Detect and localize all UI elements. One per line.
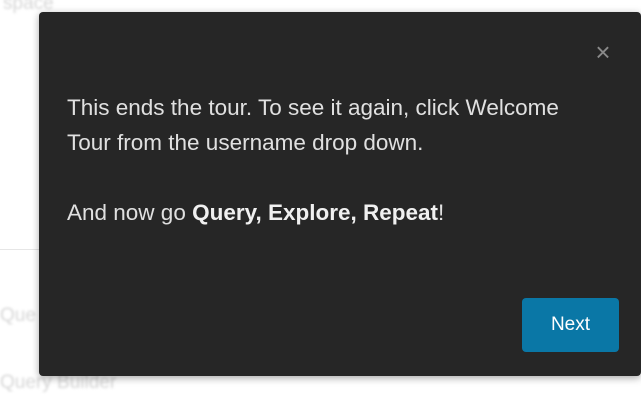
tour-message-bold: Query, Explore, Repeat <box>192 200 439 225</box>
tour-message: This ends the tour. To see it again, cli… <box>67 90 587 230</box>
tour-message-line1: This ends the tour. To see it again, cli… <box>67 95 559 155</box>
background-divider <box>0 249 40 250</box>
next-button[interactable]: Next <box>522 298 619 352</box>
tour-message-suffix: ! <box>438 200 445 225</box>
background-nav-item-partial: Que <box>0 305 36 326</box>
tour-message-prefix: And now go <box>67 200 193 225</box>
tour-popover: × This ends the tour. To see it again, c… <box>39 12 641 376</box>
close-icon[interactable]: × <box>592 39 614 65</box>
tour-message-line2: And now go Query, Explore, Repeat! <box>67 195 587 230</box>
